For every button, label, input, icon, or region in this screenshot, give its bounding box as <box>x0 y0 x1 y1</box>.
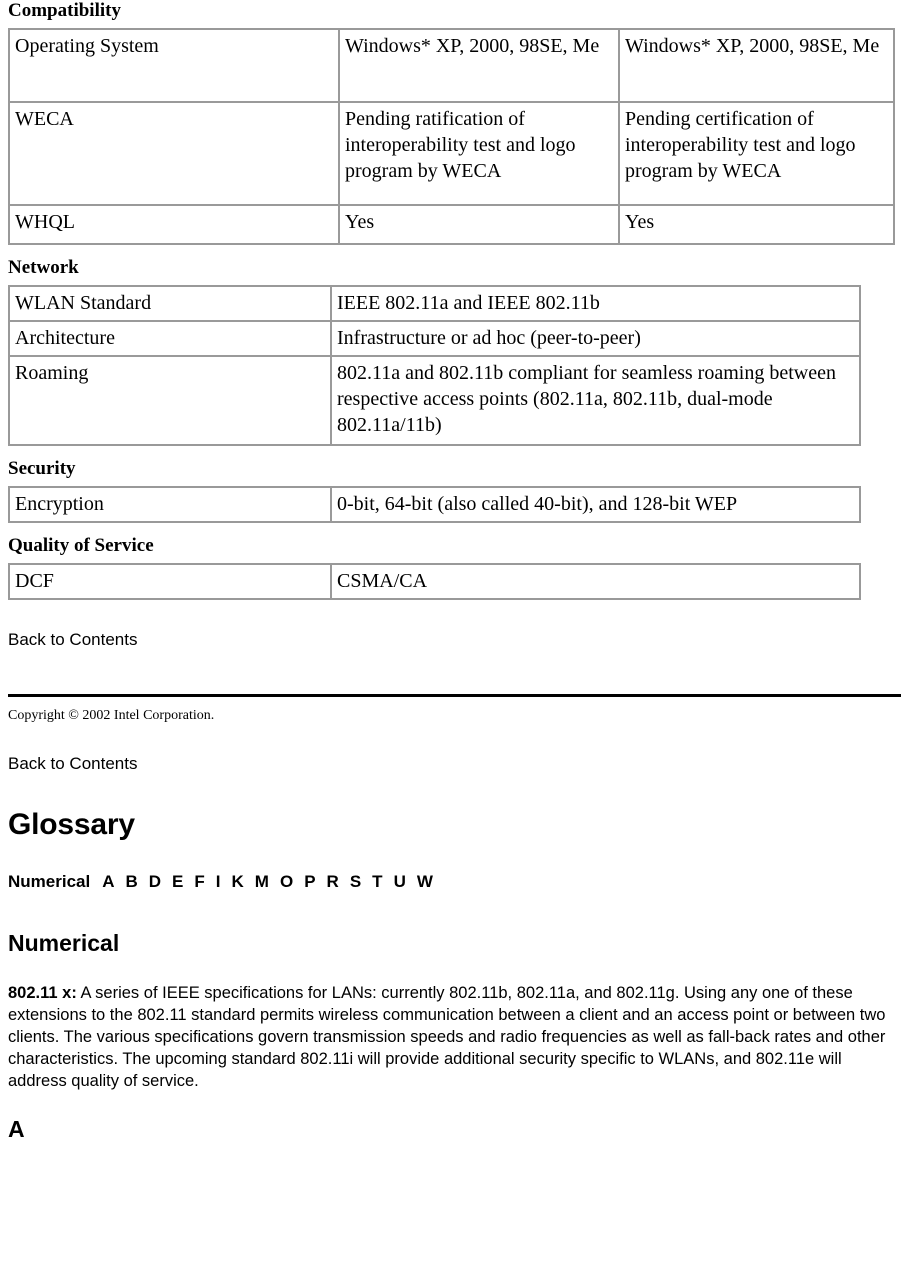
cell-value-1: Yes <box>340 206 620 243</box>
copyright-text: Copyright © 2002 Intel Corporation. <box>8 708 215 723</box>
glossary-index-r[interactable]: R <box>327 872 339 891</box>
table-row: WECA Pending ratification of interoperab… <box>10 103 893 206</box>
glossary-index-s[interactable]: S <box>350 872 361 891</box>
cell-value-1: Windows* XP, 2000, 98SE, Me <box>340 30 620 103</box>
glossary-index-t[interactable]: T <box>372 872 382 891</box>
section-heading-quality-of-service: Quality of Service <box>8 535 154 556</box>
glossary-index-bar: Numerical A B D E F I K M O P R S T U W <box>8 872 901 892</box>
table-row: Operating System Windows* XP, 2000, 98SE… <box>10 30 893 103</box>
cell-value: Infrastructure or ad hoc (peer-to-peer) <box>332 322 859 357</box>
glossary-term: 802.11 x: <box>8 984 77 1002</box>
back-to-contents-link-glossary[interactable]: Back to Contents <box>8 754 137 774</box>
glossary-title: Glossary <box>8 808 135 841</box>
security-table: Encryption 0-bit, 64-bit (also called 40… <box>8 486 861 523</box>
table-row: Architecture Infrastructure or ad hoc (p… <box>10 322 859 357</box>
quality-of-service-table: DCF CSMA/CA <box>8 563 861 600</box>
glossary-section-heading-a: A <box>8 1116 25 1142</box>
cell-value: 802.11a and 802.11b compliant for seamle… <box>332 357 859 444</box>
cell-label: Architecture <box>10 322 332 357</box>
cell-label: WECA <box>10 103 340 206</box>
cell-value: IEEE 802.11a and IEEE 802.11b <box>332 287 859 322</box>
glossary-index-e[interactable]: E <box>172 872 183 891</box>
section-heading-compatibility: Compatibility <box>8 0 121 21</box>
cell-label: DCF <box>10 565 332 598</box>
section-heading-network: Network <box>8 257 79 278</box>
glossary-index-w[interactable]: W <box>417 872 433 891</box>
glossary-index-b[interactable]: B <box>125 872 137 891</box>
cell-value-1: Pending ratification of interoperability… <box>340 103 620 206</box>
glossary-index-f[interactable]: F <box>194 872 204 891</box>
glossary-index-i[interactable]: I <box>216 872 221 891</box>
cell-label: Encryption <box>10 488 332 521</box>
cell-label: WHQL <box>10 206 340 243</box>
glossary-index-p[interactable]: P <box>304 872 315 891</box>
table-row: DCF CSMA/CA <box>10 565 859 598</box>
cell-value-2: Yes <box>620 206 893 243</box>
table-row: Encryption 0-bit, 64-bit (also called 40… <box>10 488 859 521</box>
cell-value-2: Pending certification of interoperabilit… <box>620 103 893 206</box>
document-page: Compatibility Operating System Windows* … <box>0 0 909 1142</box>
table-row: WLAN Standard IEEE 802.11a and IEEE 802.… <box>10 287 859 322</box>
glossary-index-a[interactable]: A <box>102 872 114 891</box>
cell-value: 0-bit, 64-bit (also called 40-bit), and … <box>332 488 859 521</box>
glossary-entry-802-11-x: 802.11 x: A series of IEEE specification… <box>8 982 892 1092</box>
glossary-index-m[interactable]: M <box>255 872 269 891</box>
glossary-section-heading-numerical: Numerical <box>8 930 120 956</box>
glossary-index-d[interactable]: D <box>149 872 161 891</box>
section-heading-security: Security <box>8 458 76 479</box>
glossary-definition: A series of IEEE specifications for LANs… <box>8 984 886 1090</box>
table-row: WHQL Yes Yes <box>10 206 893 243</box>
glossary-index-u[interactable]: U <box>394 872 406 891</box>
network-table: WLAN Standard IEEE 802.11a and IEEE 802.… <box>8 285 861 446</box>
compatibility-table: Operating System Windows* XP, 2000, 98SE… <box>8 28 895 245</box>
back-to-contents-link-top[interactable]: Back to Contents <box>8 630 137 650</box>
cell-label: WLAN Standard <box>10 287 332 322</box>
cell-label: Operating System <box>10 30 340 103</box>
table-row: Roaming 802.11a and 802.11b compliant fo… <box>10 357 859 444</box>
cell-value-2: Windows* XP, 2000, 98SE, Me <box>620 30 893 103</box>
glossary-index-numerical[interactable]: Numerical <box>8 872 90 891</box>
cell-value: CSMA/CA <box>332 565 859 598</box>
glossary-index-o[interactable]: O <box>280 872 293 891</box>
cell-label: Roaming <box>10 357 332 444</box>
glossary-index-k[interactable]: K <box>232 872 244 891</box>
